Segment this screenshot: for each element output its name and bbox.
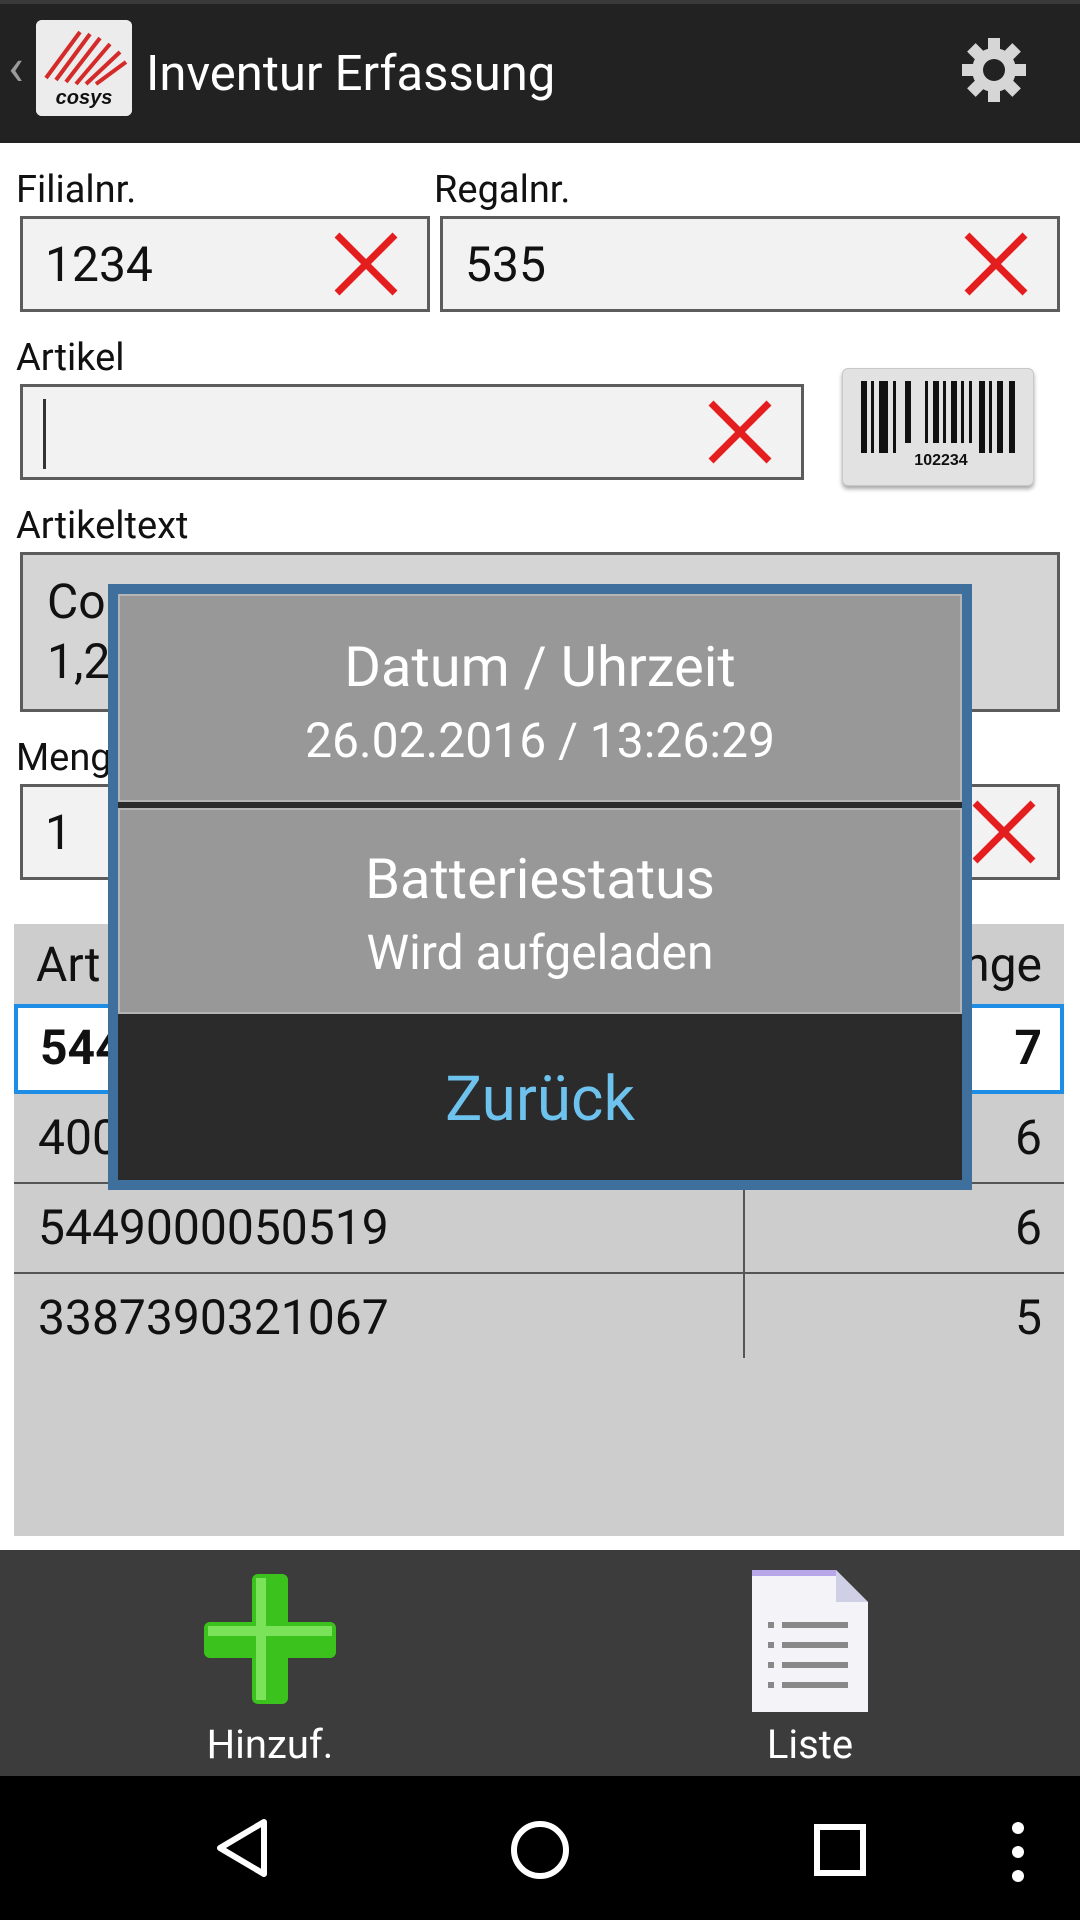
table-row[interactable]: 3387390321067 5 (14, 1274, 1064, 1364)
add-button[interactable]: Hinzuf. (160, 1560, 380, 1768)
datetime-panel: Datum / Uhrzeit 26.02.2016 / 13:26:29 (118, 594, 962, 802)
table-cell-article: 5449000050519 (38, 1199, 389, 1256)
table-row[interactable]: 5449000050519 6 (14, 1184, 1064, 1274)
table-cell-qty: 6 (1015, 1109, 1042, 1166)
quantity-label: Meng (16, 736, 112, 780)
info-dialog-content: Datum / Uhrzeit 26.02.2016 / 13:26:29 Ba… (118, 594, 962, 1180)
text-cursor (43, 399, 46, 469)
datetime-title: Datum / Uhrzeit (344, 634, 736, 700)
barcode-scan-button[interactable]: 102234 (842, 368, 1034, 486)
barcode-icon: 102234 (861, 381, 1015, 469)
nav-recents-icon[interactable] (812, 1822, 868, 1878)
table-cell-qty: 6 (1015, 1199, 1042, 1256)
table-header-article: Art (36, 936, 101, 993)
shelf-field[interactable]: 535 (440, 216, 1060, 312)
list-button[interactable]: Liste (700, 1560, 920, 1768)
list-button-label: Liste (766, 1721, 854, 1768)
clear-branch-icon[interactable] (329, 227, 403, 301)
shelf-label: Regalnr. (434, 168, 571, 212)
article-text-line-1: Co (47, 573, 106, 630)
article-label: Artikel (16, 336, 125, 380)
app-title: Inventur Erfassung (146, 45, 556, 102)
quantity-value: 1 (45, 804, 72, 861)
add-plus-icon (204, 1574, 336, 1704)
settings-gear-icon[interactable] (960, 36, 1028, 104)
back-button[interactable]: Zurück (118, 1020, 962, 1180)
branch-label: Filialnr. (16, 168, 137, 212)
article-text-label: Artikeltext (16, 504, 189, 548)
article-field[interactable] (20, 384, 804, 480)
add-button-label: Hinzuf. (206, 1721, 334, 1768)
table-cell-qty: 5 (1015, 1289, 1042, 1346)
svg-text:102234: 102234 (914, 452, 967, 469)
clear-shelf-icon[interactable] (959, 227, 1033, 301)
cosys-logo-icon: cosys (36, 20, 132, 116)
back-chevron-icon[interactable]: ‹ (8, 42, 24, 94)
battery-value: Wird aufgeladen (366, 924, 714, 981)
table-cell-article: 3387390321067 (38, 1289, 389, 1346)
article-text-line-2: 1,2 (47, 633, 111, 690)
list-document-icon (752, 1570, 868, 1712)
battery-title: Batteriestatus (365, 846, 715, 912)
svg-text:cosys: cosys (56, 87, 113, 109)
nav-overflow-icon[interactable] (1008, 1820, 1028, 1884)
clear-quantity-icon[interactable] (967, 795, 1041, 869)
table-cell-article: 400 (38, 1109, 119, 1166)
app-logo[interactable]: cosys (36, 20, 132, 116)
clear-article-icon[interactable] (703, 395, 777, 469)
nav-back-icon[interactable] (212, 1816, 274, 1880)
nav-home-icon[interactable] (508, 1818, 572, 1882)
table-cell-qty: 7 (1014, 1019, 1042, 1076)
branch-value: 1234 (45, 236, 153, 293)
battery-panel: Batteriestatus Wird aufgeladen (118, 808, 962, 1014)
column-divider (743, 1184, 745, 1358)
branch-field[interactable]: 1234 (20, 216, 430, 312)
shelf-value: 535 (465, 236, 546, 293)
table-header-quantity: nge (963, 936, 1042, 993)
datetime-value: 26.02.2016 / 13:26:29 (305, 712, 775, 769)
